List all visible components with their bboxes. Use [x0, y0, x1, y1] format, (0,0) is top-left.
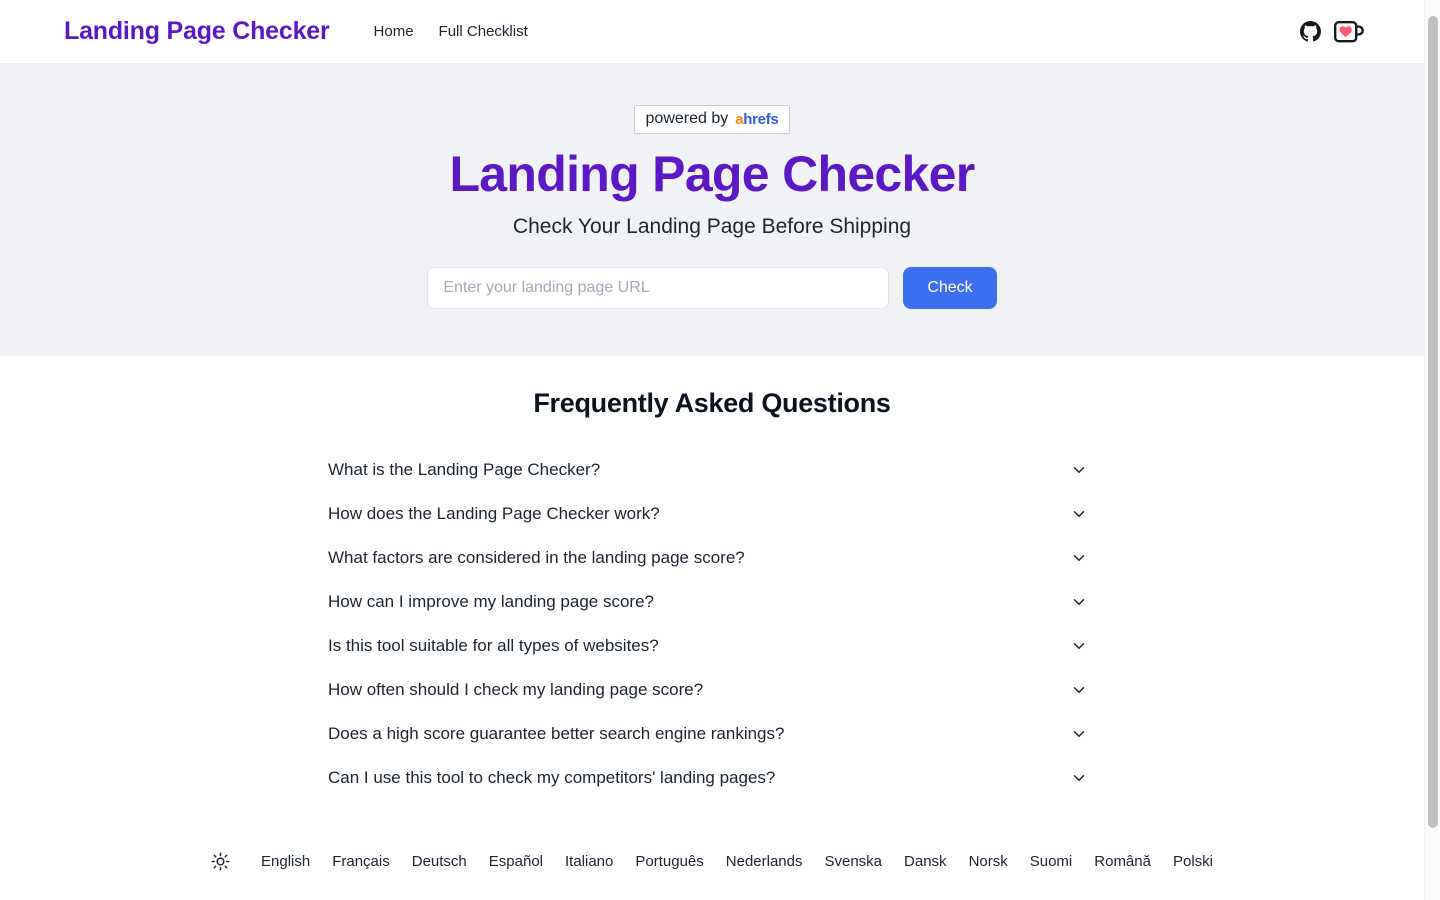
theme-toggle-button[interactable] — [211, 852, 230, 871]
faq-question: What is the Landing Page Checker? — [328, 460, 601, 479]
faq-item[interactable]: What factors are considered in the landi… — [328, 536, 1096, 580]
chevron-down-icon — [1070, 681, 1088, 699]
language-link-italiano[interactable]: Italiano — [565, 853, 613, 870]
faq-question: How often should I check my landing page… — [328, 680, 704, 699]
faq-item[interactable]: How often should I check my landing page… — [328, 668, 1096, 712]
hero-section: powered by ahrefs Landing Page Checker C… — [0, 64, 1424, 356]
faq-question: Is this tool suitable for all types of w… — [328, 636, 659, 655]
nav-link-full-checklist[interactable]: Full Checklist — [439, 23, 528, 40]
language-link-english[interactable]: English — [261, 853, 310, 870]
chevron-down-icon — [1070, 769, 1088, 787]
language-selector: English Français Deutsch Español Italian… — [261, 853, 1213, 870]
page-subtitle: Check Your Landing Page Before Shipping — [512, 214, 912, 238]
language-link-dansk[interactable]: Dansk — [904, 853, 947, 870]
ahrefs-logo-hrefs: hrefs — [743, 110, 779, 128]
faq-item[interactable]: Can I use this tool to check my competit… — [328, 756, 1096, 800]
language-link-portugues[interactable]: Português — [635, 853, 703, 870]
faq-question: How can I improve my landing page score? — [328, 592, 654, 611]
language-link-nederlands[interactable]: Nederlands — [726, 853, 803, 870]
faq-item[interactable]: How can I improve my landing page score? — [328, 580, 1096, 624]
language-link-norsk[interactable]: Norsk — [969, 853, 1008, 870]
github-link-button[interactable] — [1300, 21, 1321, 42]
nav-link-home[interactable]: Home — [374, 23, 414, 40]
buy-me-a-coffee-button[interactable] — [1334, 20, 1364, 43]
buy-me-a-coffee-icon — [1334, 20, 1364, 43]
faq-heading: Frequently Asked Questions — [533, 388, 891, 418]
language-link-suomi[interactable]: Suomi — [1030, 853, 1073, 870]
landing-page-url-input[interactable] — [427, 266, 890, 309]
chevron-down-icon — [1070, 637, 1088, 655]
page-root: Landing Page Checker Home Full Checklist — [0, 0, 1424, 900]
chevron-down-icon — [1070, 593, 1088, 611]
faq-item[interactable]: Is this tool suitable for all types of w… — [328, 624, 1096, 668]
chevron-down-icon — [1070, 505, 1088, 523]
faq-item[interactable]: Does a high score guarantee better searc… — [328, 712, 1096, 756]
faq-question: Does a high score guarantee better searc… — [328, 724, 785, 743]
powered-by-badge: powered by ahrefs — [633, 105, 791, 134]
faq-question: What factors are considered in the landi… — [328, 548, 745, 567]
ahrefs-logo: ahrefs — [735, 110, 779, 128]
vertical-scrollbar[interactable] — [1424, 0, 1440, 900]
page-title: Landing Page Checker — [449, 146, 975, 202]
url-check-form: Check — [427, 266, 997, 309]
footer-bar: English Français Deutsch Español Italian… — [0, 852, 1424, 871]
language-link-francais[interactable]: Français — [332, 853, 390, 870]
language-link-polski[interactable]: Polski — [1173, 853, 1213, 870]
language-link-svenska[interactable]: Svenska — [824, 853, 882, 870]
faq-question: Can I use this tool to check my competit… — [328, 768, 776, 787]
faq-question: How does the Landing Page Checker work? — [328, 504, 660, 523]
brand-logo-link[interactable]: Landing Page Checker — [64, 17, 330, 46]
check-button[interactable]: Check — [903, 266, 997, 309]
faq-item[interactable]: What is the Landing Page Checker? — [328, 448, 1096, 492]
chevron-down-icon — [1070, 461, 1088, 479]
primary-nav: Home Full Checklist — [374, 23, 528, 40]
chevron-down-icon — [1070, 725, 1088, 743]
top-navigation-bar: Landing Page Checker Home Full Checklist — [0, 0, 1424, 64]
language-link-romana[interactable]: Română — [1094, 853, 1151, 870]
language-link-deutsch[interactable]: Deutsch — [412, 853, 467, 870]
sun-icon — [211, 852, 230, 871]
github-icon — [1300, 21, 1321, 42]
faq-section: Frequently Asked Questions What is the L… — [0, 356, 1424, 800]
scrollbar-thumb[interactable] — [1428, 16, 1438, 828]
nav-actions — [1300, 20, 1400, 43]
faq-list: What is the Landing Page Checker? How do… — [328, 448, 1096, 800]
language-link-espanol[interactable]: Español — [489, 853, 543, 870]
powered-by-label: powered by — [645, 110, 729, 127]
faq-item[interactable]: How does the Landing Page Checker work? — [328, 492, 1096, 536]
chevron-down-icon — [1070, 549, 1088, 567]
